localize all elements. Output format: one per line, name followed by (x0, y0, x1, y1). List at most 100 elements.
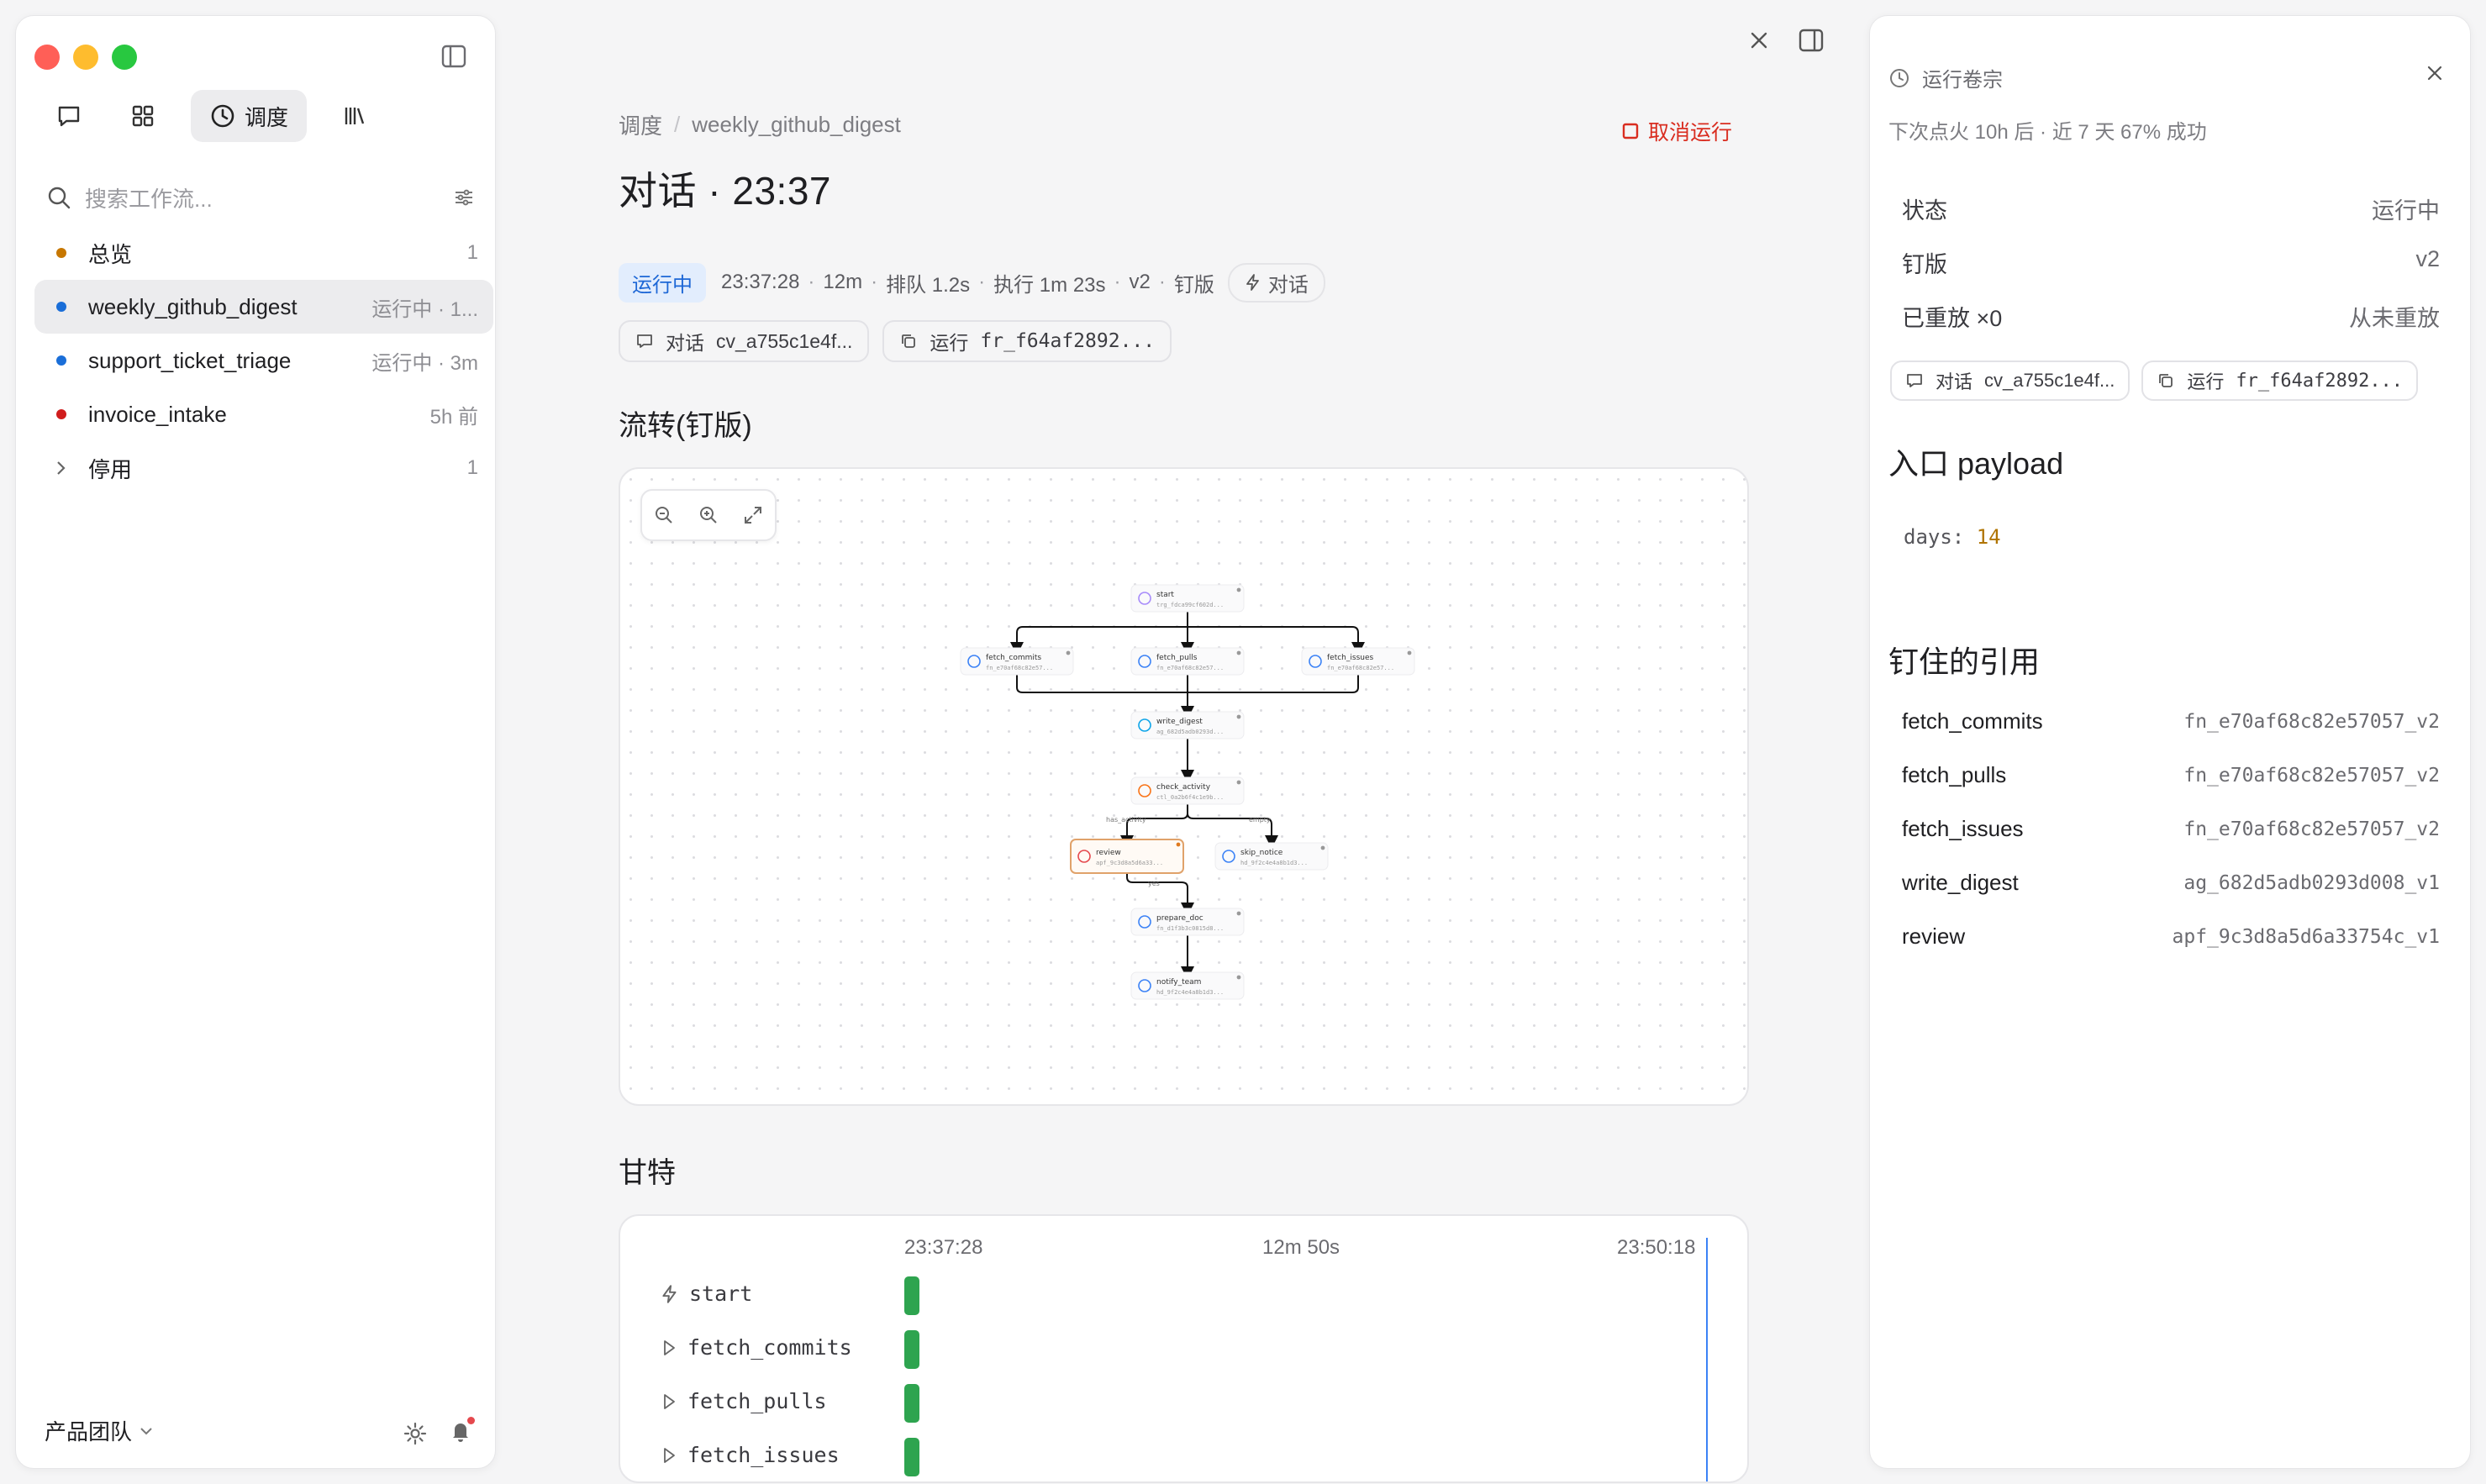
window-maximize-button[interactable] (112, 45, 137, 70)
prop-key: 钉版 (1902, 252, 1947, 277)
gantt-row[interactable]: start (661, 1281, 752, 1306)
close-icon[interactable] (1748, 29, 1770, 51)
chat-icon (58, 106, 80, 127)
flow-node-id: ctl_0a2b6f4c1e9b... (1156, 794, 1224, 801)
flow-node-id: fn_d1f3b3c0815d8... (1156, 925, 1224, 932)
trigger-label: 对话 (1267, 273, 1309, 297)
panel-title: 运行卷宗 (1922, 69, 2003, 92)
breadcrumb-root[interactable]: 调度 (619, 109, 662, 140)
flow-node-id: fn_e70af68c82e57... (986, 665, 1053, 671)
ref-row[interactable]: review apf_9c3d8a5d6a33754c_v1 (1902, 924, 2440, 950)
workflow-item-invoice-intake[interactable]: invoice_intake 5h 前 (34, 387, 493, 441)
gantt-bar-fetch-commits (904, 1330, 919, 1369)
workflow-meta: 运行中 · 3m (371, 351, 478, 375)
gantt-row[interactable]: fetch_issues (661, 1443, 840, 1467)
search-input[interactable]: 搜索工作流... (85, 182, 213, 213)
ref-row[interactable]: fetch_pulls fn_e70af68c82e57057_v2 (1902, 762, 2440, 788)
meta-separator: · (808, 271, 815, 293)
flow-node-start[interactable]: start trg_fdca99cf602d... (1130, 584, 1245, 613)
gear-icon[interactable] (403, 1421, 428, 1446)
workflow-meta: 运行中 · 1... (371, 297, 478, 321)
trigger-chip[interactable]: 对话 (1227, 262, 1325, 303)
ref-row[interactable]: write_digest ag_682d5adb0293d008_v1 (1902, 870, 2440, 896)
notifications-button[interactable] (448, 1417, 475, 1448)
stop-icon (1622, 123, 1639, 139)
run-id-chip[interactable]: 运行 fr_f64af2892... (882, 320, 1172, 362)
workflow-name: invoice_intake (88, 401, 227, 427)
ref-id: ag_682d5adb0293d008_v1 (2183, 871, 2440, 894)
chip-label: 运行 (2187, 371, 2225, 392)
id-chips: 对话 cv_a755c1e4f... 运行 fr_f64af2892... (619, 320, 1749, 362)
flow-node-fetch-pulls[interactable]: fetch_pulls fn_e70af68c82e57... (1130, 647, 1245, 676)
flow-node-skip-notice[interactable]: skip_notice hd_9f2c4e4a8b1d3... (1214, 842, 1329, 871)
library-nav-button[interactable] (329, 90, 381, 142)
prop-value: v2 (2415, 246, 2440, 271)
status-dot (56, 302, 66, 312)
cancel-run-button[interactable]: 取消运行 (1621, 116, 1732, 146)
flow-canvas[interactable]: has_activity empty yes start trg_fdca99cf… (619, 467, 1749, 1106)
detail-window-controls (1748, 29, 1824, 52)
workflow-item-weekly-github-digest[interactable]: weekly_github_digest 运行中 · 1... (34, 280, 493, 334)
flow-node-prepare-doc[interactable]: prepare_doc fn_d1f3b3c0815d8... (1130, 908, 1245, 936)
flow-node-fetch-issues[interactable]: fetch_issues fn_e70af68c82e57... (1301, 647, 1415, 676)
filter-icon[interactable] (453, 187, 475, 208)
gantt-now-line (1706, 1238, 1708, 1481)
gantt-row-label: fetch_commits (687, 1335, 852, 1360)
lightning-icon (662, 1284, 677, 1303)
sidebar-footer-actions (403, 1417, 475, 1448)
status-badge: 运行中 (619, 262, 706, 303)
sidebar-toggle-icon[interactable] (441, 45, 468, 70)
close-icon[interactable] (2425, 63, 2445, 83)
gantt-bar-start (904, 1276, 919, 1315)
play-icon (664, 1339, 675, 1355)
ref-row[interactable]: fetch_commits fn_e70af68c82e57057_v2 (1902, 708, 2440, 734)
gantt-row[interactable]: fetch_pulls (661, 1389, 827, 1413)
conversation-id-chip[interactable]: 对话 cv_a755c1e4f... (1890, 360, 2130, 401)
grid-nav-button[interactable] (117, 90, 169, 142)
flow-section-title: 流转(钉版) (619, 410, 752, 442)
breadcrumb-current[interactable]: weekly_github_digest (692, 112, 901, 138)
payload-section-title: 入口 payload (1888, 446, 2064, 481)
flow-node-review[interactable]: review apf_9c3d8a5d6a33... (1070, 839, 1184, 874)
workflow-search[interactable]: 搜索工作流... (46, 177, 483, 218)
flow-node-id: trg_fdca99cf602d... (1156, 602, 1224, 608)
panel-toggle-icon[interactable] (1799, 29, 1824, 52)
window-close-button[interactable] (34, 45, 60, 70)
workflow-item-support-ticket-triage[interactable]: support_ticket_triage 运行中 · 3m (34, 334, 493, 387)
status-dot (56, 355, 66, 366)
ref-row[interactable]: fetch_issues fn_e70af68c82e57057_v2 (1902, 816, 2440, 842)
gantt-row[interactable]: fetch_commits (661, 1335, 852, 1360)
team-switcher[interactable]: 产品团队 (45, 1415, 154, 1446)
flow-node-write-digest[interactable]: write_digest ag_682d5adb0293d... (1130, 711, 1245, 739)
window-minimize-button[interactable] (73, 45, 98, 70)
prop-value: 从未重放 (2349, 306, 2440, 331)
chip-id: cv_a755c1e4f... (716, 329, 853, 352)
workflow-item-overview[interactable]: 总览 1 (34, 226, 493, 280)
run-start-time: 23:37:28 (721, 271, 800, 293)
conversation-id-chip[interactable]: 对话 cv_a755c1e4f... (619, 320, 870, 362)
workflow-group-disabled[interactable]: 停用 1 (34, 441, 493, 495)
workflow-list: 总览 1 weekly_github_digest 运行中 · 1... sup… (34, 226, 493, 495)
fit-view-icon[interactable] (742, 504, 764, 526)
flow-node-id: fn_e70af68c82e57... (1327, 665, 1394, 671)
zoom-in-icon[interactable] (698, 504, 719, 526)
gantt-section-title: 甘特 (619, 1157, 676, 1189)
flow-node-check-activity[interactable]: check_activity ctl_0a2b6f4c1e9b... (1130, 776, 1245, 805)
status-dot (56, 248, 66, 258)
zoom-out-icon[interactable] (653, 504, 675, 526)
flow-node-name: notify_team (1156, 978, 1201, 987)
meta-separator: · (978, 271, 986, 293)
flow-node-notify-team[interactable]: notify_team hd_9f2c4e4a8b1d3... (1130, 971, 1245, 1000)
gantt-axis-start: 23:37:28 (904, 1236, 983, 1259)
gantt-axis-mid: 12m 50s (1262, 1236, 1340, 1259)
flow-node-status-dot (1236, 780, 1241, 785)
prop-row-replay: 已重放 ×0 从未重放 (1902, 300, 2440, 333)
chat-nav-button[interactable] (43, 90, 95, 142)
run-id-chip[interactable]: 运行 fr_f64af2892... (2141, 360, 2419, 401)
schedule-nav-button[interactable]: 调度 (191, 90, 308, 142)
prop-value: 运行中 (2372, 198, 2440, 224)
flow-node-id: fn_e70af68c82e57... (1156, 665, 1224, 671)
run-meta: 运行中 23:37:28 · 12m · 排队 1.2s · 执行 1m 23s… (619, 262, 1749, 303)
refs-section-title: 钉住的引用 (1888, 645, 2041, 679)
flow-node-fetch-commits[interactable]: fetch_commits fn_e70af68c82e57... (960, 647, 1074, 676)
